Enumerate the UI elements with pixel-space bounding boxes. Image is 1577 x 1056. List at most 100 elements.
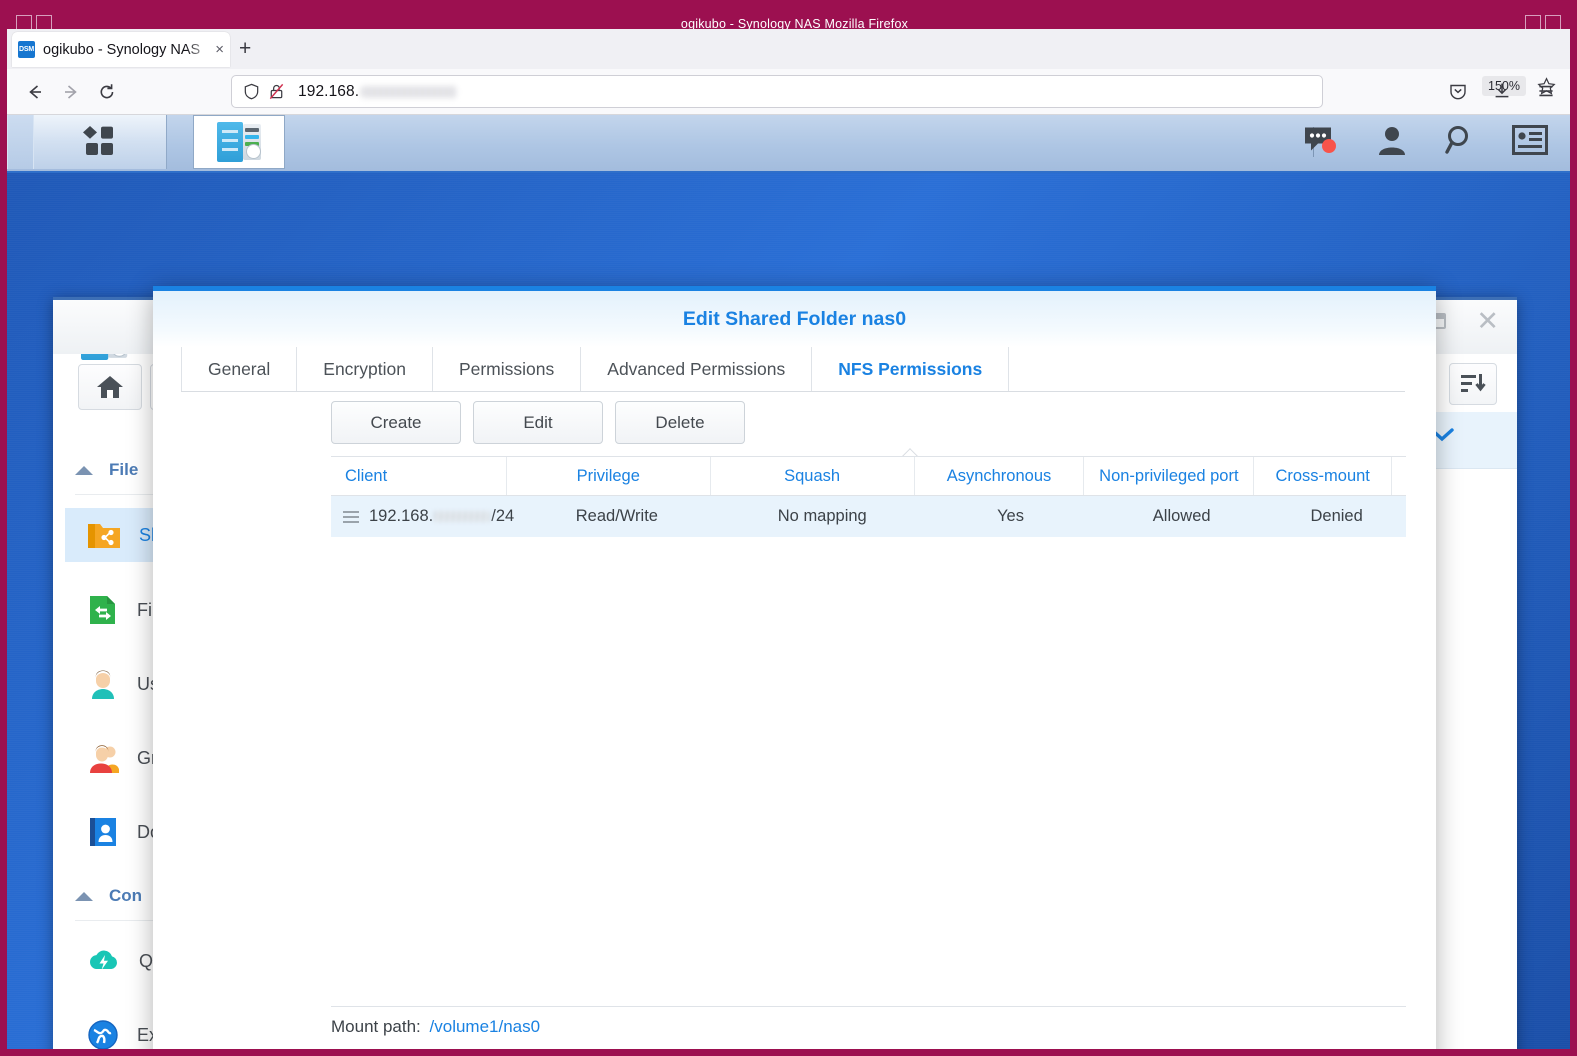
mount-path-value[interactable]: /volume1/nas0: [430, 1017, 541, 1036]
mount-path-label: Mount path:: [331, 1017, 421, 1036]
reload-button[interactable]: [93, 78, 121, 106]
tab-nfs-permissions-label: NFS Permissions: [838, 359, 982, 380]
grid-header-row: Client Privilege Squash Asynchronous Non…: [331, 457, 1406, 496]
wm-button-shade[interactable]: [36, 15, 52, 30]
tab-title: ogikubo - Synology NAS: [43, 42, 213, 58]
quickconnect-icon: [87, 947, 121, 975]
shield-icon[interactable]: [242, 82, 261, 101]
tab-permissions[interactable]: Permissions: [433, 347, 581, 391]
dsm-favicon-icon: DSM: [18, 41, 35, 58]
navigation-toolbar: 192.168. 150%: [7, 69, 1570, 115]
wm-button-menu[interactable]: [16, 15, 32, 30]
cell-client-suffix: /24: [491, 507, 514, 526]
column-header-cross-mount[interactable]: Cross-mount: [1254, 457, 1392, 495]
cell-client: 192.168. /24: [331, 507, 514, 526]
control-panel-icon: [217, 122, 261, 162]
sort-descending-icon: [1460, 372, 1486, 396]
url-redacted-region: [361, 86, 457, 98]
url-text: 192.168.: [298, 83, 359, 101]
column-header-privilege[interactable]: Privilege: [507, 457, 711, 495]
user-icon: [87, 668, 119, 700]
grid-empty-area: [331, 537, 1406, 992]
cell-privilege: Read/Write: [514, 507, 719, 526]
user-icon[interactable]: [1376, 124, 1408, 161]
table-row[interactable]: 192.168. /24 Read/Write No mapping Yes A…: [331, 496, 1406, 537]
arrow-right-icon: [61, 82, 81, 102]
edit-button[interactable]: Edit: [473, 401, 603, 444]
search-icon[interactable]: [1444, 124, 1476, 161]
dialog-title: Edit Shared Folder nas0: [683, 308, 906, 331]
tab-nfs-permissions[interactable]: NFS Permissions: [812, 347, 1009, 391]
file-services-icon: [87, 594, 119, 626]
sort-button[interactable]: [1449, 363, 1497, 405]
app-window-buttons: ✕: [1425, 312, 1499, 330]
cell-client-prefix: 192.168.: [369, 507, 433, 526]
home-icon: [95, 374, 125, 400]
tab-advanced-permissions[interactable]: Advanced Permissions: [581, 347, 812, 391]
sidebar-group-connectivity[interactable]: Con: [75, 886, 142, 906]
cell-asynchronous: Yes: [925, 507, 1096, 526]
tab-strip: DSM ogikubo - Synology NAS × +: [7, 29, 1570, 69]
widgets-icon[interactable]: [1512, 125, 1548, 160]
pocket-icon[interactable]: [1448, 81, 1468, 106]
delete-button[interactable]: Delete: [615, 401, 745, 444]
browser-tab[interactable]: DSM ogikubo - Synology NAS ×: [12, 32, 230, 67]
forward-button[interactable]: [57, 78, 85, 106]
cell-cross-mount: Denied: [1267, 507, 1406, 526]
notifications-icon[interactable]: [1302, 124, 1340, 161]
shared-folder-icon: [87, 520, 121, 550]
column-header-non-privileged-port[interactable]: Non-privileged port: [1084, 457, 1254, 495]
dialog-tabs: General Encryption Permissions Advanced …: [181, 347, 1405, 391]
new-tab-button[interactable]: +: [239, 38, 251, 60]
sidebar-group-file-sharing[interactable]: File: [75, 460, 138, 480]
main-menu-button[interactable]: [33, 115, 167, 169]
chevron-up-icon: [75, 466, 93, 475]
taskbar-edge: [7, 115, 34, 169]
downloads-icon[interactable]: [1492, 81, 1512, 106]
sidebar-group-label: File: [109, 460, 138, 480]
reload-icon: [97, 82, 117, 102]
taskbar-tray: [1302, 115, 1548, 169]
tab-general[interactable]: General: [181, 347, 297, 391]
close-icon[interactable]: ×: [215, 42, 224, 57]
dsm-desktop: ✕: [7, 115, 1570, 1049]
menu-icon[interactable]: [1536, 81, 1556, 106]
sidebar-app-icon: [81, 354, 125, 358]
cell-squash: No mapping: [720, 507, 925, 526]
wm-button-maximize[interactable]: [1525, 15, 1541, 30]
column-header-client[interactable]: Client: [331, 457, 507, 495]
chevron-up-icon: [75, 892, 93, 901]
create-button[interactable]: Create: [331, 401, 461, 444]
drag-handle-icon[interactable]: [343, 508, 359, 526]
nfs-rules-grid: Client Privilege Squash Asynchronous Non…: [331, 456, 1406, 992]
tabs-underline: [181, 391, 1405, 392]
close-icon[interactable]: ✕: [1476, 312, 1499, 330]
back-button[interactable]: [21, 78, 49, 106]
firefox-window: DSM ogikubo - Synology NAS × +: [7, 29, 1570, 1049]
cell-non-privileged-port: Allowed: [1096, 507, 1267, 526]
screen: ogikubo - Synology NAS Mozilla Firefox D…: [0, 0, 1577, 1056]
dsm-taskbar: [7, 115, 1570, 173]
grid-bottom-divider: [331, 1006, 1406, 1007]
wm-button-close[interactable]: [1545, 15, 1561, 30]
client-redacted-region: [434, 511, 490, 522]
taskbar-item-control-panel[interactable]: [193, 115, 285, 169]
nfs-rule-toolbar: Create Edit Delete: [331, 401, 745, 444]
tab-encryption[interactable]: Encryption: [297, 347, 433, 391]
mount-path: Mount path: /volume1/nas0: [331, 1017, 540, 1037]
lock-broken-icon[interactable]: [267, 82, 286, 101]
sidebar-group-label: Con: [109, 886, 142, 906]
external-access-icon: [87, 1019, 119, 1049]
address-bar[interactable]: 192.168.: [231, 75, 1323, 108]
browser-toolbar-icons: [1448, 81, 1556, 106]
dialog-header: Edit Shared Folder nas0: [153, 291, 1436, 347]
domain-ldap-icon: [87, 816, 119, 848]
arrow-left-icon: [25, 82, 45, 102]
app-grid-icon: [80, 124, 120, 160]
column-header-squash[interactable]: Squash: [711, 457, 915, 495]
edit-shared-folder-dialog: Edit Shared Folder nas0 General Encrypti…: [153, 286, 1436, 1049]
column-header-asynchronous[interactable]: Asynchronous: [915, 457, 1085, 495]
column-header-filler: [1392, 457, 1406, 495]
group-icon: [87, 742, 119, 774]
sidebar-home-button[interactable]: [78, 364, 142, 410]
